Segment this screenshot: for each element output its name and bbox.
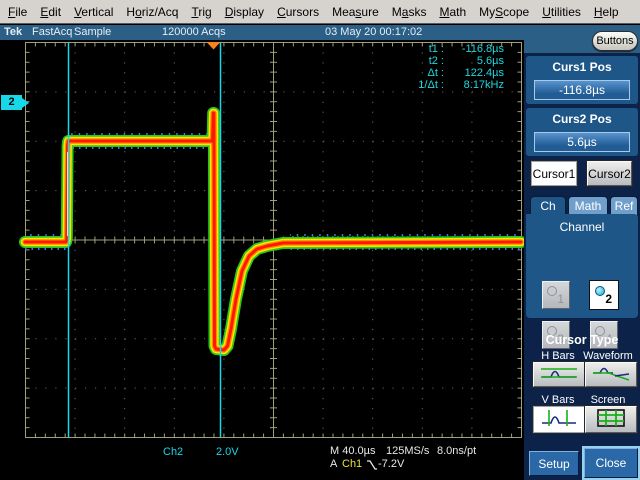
acq-mode-status: FastAcq bbox=[32, 26, 72, 38]
readout-t2: t2 : 5.6µs bbox=[396, 55, 504, 67]
ch2-readout-label: Ch2 bbox=[163, 446, 183, 458]
resolution-readout: 8.0ns/pt bbox=[437, 445, 476, 457]
channel-1-button[interactable]: 1 bbox=[542, 281, 570, 309]
trigger-level-readout: -7.2V bbox=[378, 458, 404, 470]
waveform-cursor-button[interactable] bbox=[585, 362, 637, 387]
menu-item-file[interactable]: File bbox=[8, 5, 27, 19]
curs2-pos-field[interactable]: 5.6µs bbox=[534, 132, 630, 152]
timebase-readout: M 40.0µs bbox=[330, 445, 375, 457]
close-button[interactable]: Close bbox=[584, 448, 638, 478]
cursor-type-title: Cursor Type bbox=[524, 333, 640, 347]
trigger-source-readout: Ch1 bbox=[342, 458, 362, 470]
channel-1-number: 1 bbox=[557, 292, 564, 306]
channel2-position-marker[interactable]: 2 bbox=[1, 95, 22, 110]
t2-label: t2 : bbox=[396, 55, 444, 67]
menu-item-utilities[interactable]: Utilities bbox=[542, 5, 581, 19]
cursor2-button[interactable]: Cursor2 bbox=[587, 161, 632, 186]
waveform-cursor-icon bbox=[591, 364, 631, 382]
channel-1-icon bbox=[547, 286, 557, 296]
dt-value: 122.4µs bbox=[444, 67, 504, 79]
t2-value: 5.6µs bbox=[444, 55, 504, 67]
sample-rate-readout: 125MS/s bbox=[386, 445, 429, 457]
h-bars-cursor-button[interactable] bbox=[533, 362, 585, 387]
menu-bar: File Edit Vertical Horiz/Acq Trig Displa… bbox=[0, 0, 640, 24]
curs1-pos-field[interactable]: -116.8µs bbox=[534, 80, 630, 100]
tab-ref[interactable]: Ref bbox=[610, 196, 638, 215]
menu-item-cursors[interactable]: Cursors bbox=[277, 5, 319, 19]
menu-item-myscope[interactable]: MyScope bbox=[479, 5, 529, 19]
waveform-display bbox=[0, 40, 524, 480]
waveform-label: Waveform bbox=[580, 350, 636, 362]
menu-item-trig[interactable]: Trig bbox=[191, 5, 211, 19]
menu-item-measure[interactable]: Measure bbox=[332, 5, 379, 19]
v-bars-cursor-button[interactable] bbox=[533, 406, 585, 433]
menu-item-help[interactable]: Help bbox=[594, 5, 619, 19]
curs1-pos-group: Curs1 Pos -116.8µs bbox=[526, 56, 638, 104]
screen-cursor-icon bbox=[594, 408, 628, 428]
cursor-control-panel: Curs1 Pos -116.8µs Curs2 Pos 5.6µs Curso… bbox=[524, 53, 640, 480]
t1-label: t1 : bbox=[396, 43, 444, 55]
readout-inv-dt: 1/Δt : 8.17kHz bbox=[396, 79, 504, 91]
menu-item-edit[interactable]: Edit bbox=[40, 5, 61, 19]
cursor-readout: t1 : -116.8µs t2 : 5.6µs Δt : 122.4µs 1/… bbox=[396, 43, 504, 91]
trigger-position-marker[interactable] bbox=[207, 42, 221, 50]
tek-logo: Tek bbox=[4, 26, 22, 38]
curs2-pos-group: Curs2 Pos 5.6µs bbox=[526, 108, 638, 156]
tab-ch[interactable]: Ch bbox=[530, 196, 566, 215]
trigger-prefix: A bbox=[330, 458, 337, 470]
inv-dt-label: 1/Δt : bbox=[396, 79, 444, 91]
display-area: 2 t1 : -116.8µs t2 : 5.6µs Δt : 122.4µs … bbox=[0, 40, 524, 480]
setup-button[interactable]: Setup bbox=[529, 451, 579, 476]
acq-count: 120000 Acqs bbox=[162, 26, 226, 38]
oscilloscope-screen: File Edit Vertical Horiz/Acq Trig Displa… bbox=[0, 0, 640, 480]
menu-item-masks[interactable]: Masks bbox=[392, 5, 427, 19]
tab-math[interactable]: Math bbox=[568, 196, 608, 215]
dt-label: Δt : bbox=[396, 67, 444, 79]
t1-value: -116.8µs bbox=[444, 43, 504, 55]
acq-state: Sample bbox=[74, 26, 111, 38]
screen-label: Screen bbox=[580, 394, 636, 406]
cursor1-button[interactable]: Cursor1 bbox=[531, 161, 577, 186]
inv-dt-value: 8.17kHz bbox=[444, 79, 504, 91]
ch2-scale-readout: 2.0V bbox=[216, 446, 239, 458]
channel-section-title: Channel bbox=[526, 214, 638, 234]
v-bars-label: V Bars bbox=[530, 394, 586, 406]
curs2-pos-title: Curs2 Pos bbox=[526, 108, 638, 126]
buttons-button[interactable]: Buttons bbox=[592, 31, 638, 51]
screen-cursor-button[interactable] bbox=[585, 406, 637, 433]
channel-2-icon bbox=[595, 286, 605, 296]
readout-dt: Δt : 122.4µs bbox=[396, 67, 504, 79]
channel-2-number: 2 bbox=[605, 292, 612, 306]
menu-item-display[interactable]: Display bbox=[225, 5, 264, 19]
curs1-pos-title: Curs1 Pos bbox=[526, 56, 638, 74]
menu-item-math[interactable]: Math bbox=[439, 5, 466, 19]
datetime: 03 May 20 00:17:02 bbox=[325, 26, 422, 38]
menu-item-vertical[interactable]: Vertical bbox=[74, 5, 113, 19]
v-bars-icon bbox=[539, 408, 579, 428]
channel-2-button[interactable]: 2 bbox=[590, 281, 618, 309]
h-bars-label: H Bars bbox=[530, 350, 586, 362]
readout-t1: t1 : -116.8µs bbox=[396, 43, 504, 55]
trigger-slope-falling-icon bbox=[366, 459, 378, 474]
source-tab-panel: Ch Math Ref Channel 1 2 3 4 bbox=[526, 196, 638, 318]
menu-item-horiz-acq[interactable]: Horiz/Acq bbox=[126, 5, 178, 19]
h-bars-icon bbox=[539, 364, 579, 382]
